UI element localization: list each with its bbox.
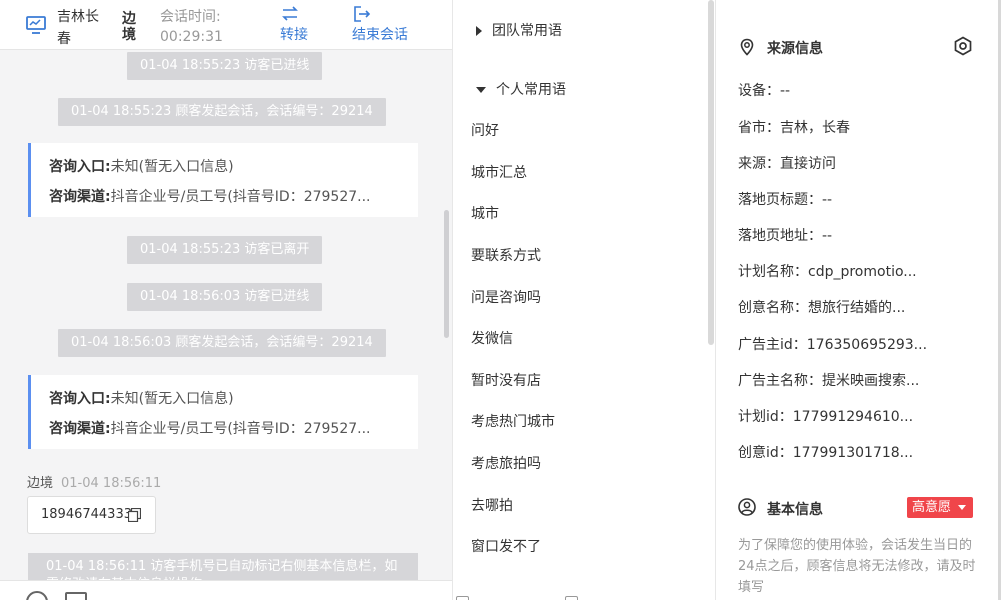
info-landing-url: 落地页地址：-- [738, 228, 833, 244]
message-list[interactable]: 01-04 18:55:23 访客已进线 01-04 18:55:23 顾客发起… [0, 50, 440, 580]
phrases-footer [453, 588, 715, 600]
visitor-nickname: 边境 [122, 11, 136, 43]
system-message: 01-04 18:56:03 顾客发起会话，会话编号：29214 [58, 329, 386, 357]
system-message: 01-04 18:55:23 访客已进线 [127, 52, 323, 80]
group-personal-phrases[interactable]: 个人常用语 [476, 79, 566, 99]
intent-level-value: 高意愿 [912, 500, 952, 515]
system-message: 01-04 18:55:23 顾客发起会话，会话编号：29214 [58, 98, 386, 126]
consult-channel-row: 咨询渠道:抖音企业号/员工号(抖音号ID：279527... [49, 189, 371, 205]
emoji-icon[interactable] [26, 591, 48, 600]
end-session-button[interactable]: 结束会话 [352, 4, 408, 44]
footer-checkbox[interactable] [456, 596, 469, 600]
session-time-label: 会话时间: [160, 9, 221, 25]
consult-entry-row: 咨询入口:未知(暂无入口信息) [49, 391, 234, 407]
info-province: 省市：吉林，长春 [738, 120, 850, 136]
system-message: 01-04 18:56:03 访客已进线 [127, 283, 323, 311]
consult-channel-row: 咨询渠道:抖音企业号/员工号(抖音号ID：279527... [49, 421, 371, 437]
image-icon[interactable] [65, 592, 87, 600]
transfer-button[interactable]: 转接 [280, 4, 308, 44]
phrase-item[interactable]: 城市 [471, 203, 499, 223]
phrase-item[interactable]: 问好 [471, 120, 499, 140]
phrases-scrollbar[interactable] [708, 0, 714, 345]
footer-checkbox[interactable] [565, 596, 578, 600]
info-plan-id: 计划id：177991294610... [738, 409, 914, 425]
consult-info-card: 咨询入口:未知(暂无入口信息) 咨询渠道:抖音企业号/员工号(抖音号ID：279… [28, 375, 418, 449]
consult-info-card: 咨询入口:未知(暂无入口信息) 咨询渠道:抖音企业号/员工号(抖音号ID：279… [28, 143, 418, 217]
chat-scrollbar[interactable] [444, 210, 449, 338]
workspace: 吉林长春 边境 会话时间: 00:29:31 转接 结束会话 01-04 18:… [0, 0, 1001, 600]
visitor-info-pane: 来源信息 设备：-- 省市：吉林，长春 来源：直接访问 落地页标题：-- 落地页… [716, 0, 1001, 600]
composer-toolbar [0, 580, 452, 600]
basic-info-title: 基本信息 [767, 502, 823, 518]
message-sender: 边境 01-04 18:56:11 [27, 476, 162, 491]
phone-message-bubble[interactable]: 18946744333 [27, 496, 156, 534]
transfer-icon [282, 6, 298, 21]
location-pin-icon [740, 38, 754, 56]
info-plan-name: 计划名称：cdp_promotio... [738, 264, 917, 280]
visitor-region: 吉林长春 [57, 9, 99, 47]
end-session-label: 结束会话 [352, 27, 408, 43]
chat-pane: 吉林长春 边境 会话时间: 00:29:31 转接 结束会话 01-04 18:… [0, 0, 452, 600]
phrase-item[interactable]: 城市汇总 [471, 162, 527, 182]
phrase-item[interactable]: 问是咨询吗 [471, 287, 541, 307]
phrase-item[interactable]: 考虑热门城市 [471, 411, 555, 431]
caret-down-icon [958, 505, 966, 510]
settings-icon[interactable] [953, 36, 973, 56]
chat-header: 吉林长春 边境 会话时间: 00:29:31 转接 结束会话 [0, 0, 452, 50]
phrase-item[interactable]: 发微信 [471, 328, 513, 348]
phrase-item[interactable]: 去哪拍 [471, 495, 513, 515]
chevron-right-icon [476, 26, 482, 36]
chevron-down-icon [476, 87, 486, 93]
copy-icon[interactable] [128, 508, 141, 522]
quick-phrases-pane: 团队常用语 个人常用语 问好 城市汇总 城市 要联系方式 问是咨询吗 发微信 暂… [452, 0, 716, 600]
group-team-phrases[interactable]: 团队常用语 [476, 20, 562, 40]
info-landing-title: 落地页标题：-- [738, 192, 833, 208]
info-advertiser-name: 广告主名称：提米映画搜索... [738, 373, 920, 389]
basic-info-notice: 为了保障您的使用体验，会话发生当日的24点之后，顾客信息将无法修改，请及时填写 [738, 538, 976, 595]
transfer-label: 转接 [280, 27, 308, 43]
intent-level-dropdown[interactable]: 高意愿 [907, 497, 973, 518]
exit-icon [354, 6, 371, 22]
phrase-item[interactable]: 窗口发不了 [471, 536, 541, 556]
phrase-item[interactable]: 考虑旅拍吗 [471, 453, 541, 473]
phone-number: 18946744333 [41, 507, 132, 522]
consult-entry-row: 咨询入口:未知(暂无入口信息) [49, 159, 234, 175]
phrase-item[interactable]: 暂时没有店 [471, 370, 541, 390]
monitor-icon [26, 16, 46, 34]
user-icon [738, 498, 756, 516]
phrase-item[interactable]: 要联系方式 [471, 245, 541, 265]
info-source: 来源：直接访问 [738, 156, 836, 172]
info-creative-id: 创意id：177991301718... [738, 445, 914, 461]
info-advertiser-id: 广告主id：176350695293... [738, 337, 928, 353]
system-message: 01-04 18:55:23 访客已离开 [127, 236, 323, 264]
info-creative-name: 创意名称：想旅行结婚的... [738, 300, 906, 316]
source-info-title: 来源信息 [767, 41, 823, 57]
info-device: 设备：-- [738, 83, 791, 99]
session-time-value: 00:29:31 [160, 29, 223, 45]
system-message: 01-04 18:56:11 访客手机号已自动标记右侧基本信息栏，如需修改请在基… [28, 553, 418, 580]
